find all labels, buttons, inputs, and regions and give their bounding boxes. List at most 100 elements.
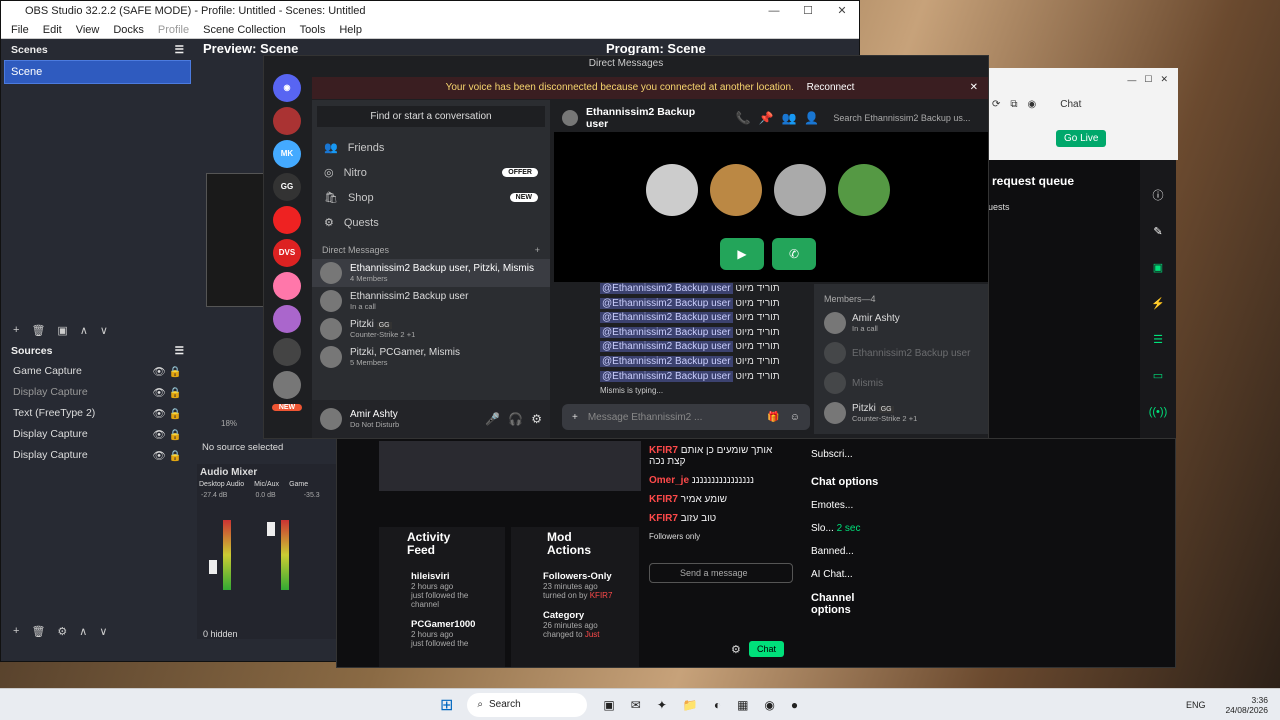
member-item[interactable]: Amir Ashty In a call [824, 312, 978, 334]
mention[interactable]: @Ethannissim2 Backup user [600, 370, 733, 382]
add-icon[interactable]: + [13, 625, 19, 638]
minimize-icon[interactable]: — [757, 1, 791, 21]
maximize-icon[interactable]: ☐ [791, 1, 825, 21]
banned-words[interactable]: Banned... [803, 540, 903, 563]
mention[interactable]: @Ethannissim2 Backup user [600, 355, 733, 367]
nav-friends[interactable]: 👥 Friends [312, 135, 550, 160]
source-item[interactable]: Display Capture 👁 🔒 [1, 424, 194, 445]
volume-slider[interactable] [267, 522, 275, 536]
scene-item[interactable]: Scene [4, 60, 191, 84]
dm-item[interactable]: Ethannissim2 Backup user, Pitzki, Mismis… [312, 259, 550, 287]
lang-indicator[interactable]: ENG [1186, 700, 1206, 710]
go-live-button[interactable]: Go Live [1056, 130, 1107, 147]
signal-icon[interactable]: ((•)) [1140, 394, 1176, 430]
chat-user[interactable]: KFIR7 [649, 445, 678, 456]
emotes-toggle[interactable]: Emotes... [803, 494, 903, 517]
chat-icon[interactable]: ▭ [1140, 358, 1176, 394]
menu-scene-collection[interactable]: Scene Collection [203, 21, 286, 38]
close-icon[interactable]: ✕ [1160, 74, 1168, 85]
gear-icon[interactable]: ⚙ [57, 625, 67, 638]
guild-icon[interactable] [273, 206, 301, 234]
dm-item[interactable]: Pitzki, PCGamer, Mismis 5 Members [312, 343, 550, 371]
join-call-button[interactable]: ✆ [772, 238, 816, 270]
volume-slider[interactable] [209, 560, 217, 574]
explorer-icon[interactable]: 📁 [683, 698, 698, 712]
menu-tools[interactable]: Tools [300, 21, 326, 38]
source-item[interactable]: Display Capture 👁 🔒 [1, 382, 194, 403]
chat-user[interactable]: KFIR7 [649, 494, 678, 505]
call-avatar[interactable] [838, 164, 890, 216]
menu-help[interactable]: Help [339, 21, 362, 38]
guild-icon[interactable] [273, 272, 301, 300]
mute-icon[interactable]: 🎤 [485, 412, 500, 426]
menu-docks[interactable]: Docks [113, 21, 144, 38]
settings-icon[interactable]: ⚙ [531, 412, 542, 426]
minimize-icon[interactable]: — [1127, 75, 1136, 85]
discord-home-icon[interactable]: ◉ [273, 74, 301, 102]
maximize-icon[interactable]: ☐ [1144, 74, 1152, 85]
bolt-icon[interactable]: ⚡ [1140, 286, 1176, 322]
find-conversation[interactable]: Find or start a conversation [317, 106, 545, 127]
ai-chat[interactable]: AI Chat... [803, 563, 903, 586]
call-avatar[interactable] [774, 164, 826, 216]
reload-icon[interactable]: ⟳ [992, 99, 1000, 110]
guild-icon[interactable] [273, 371, 301, 399]
mention[interactable]: @Ethannissim2 Backup user [600, 341, 733, 353]
add-attachment-icon[interactable]: + [572, 412, 578, 423]
member-item[interactable]: Pitzki GG Counter-Strike 2 +1 [824, 402, 978, 424]
eye-lock-icon[interactable]: 👁 🔒 [153, 386, 182, 399]
browser-chat-tab[interactable]: Chat [1060, 99, 1081, 110]
nav-nitro[interactable]: ◎ Nitro OFFER [312, 160, 550, 185]
gift-icon[interactable]: 🎁 [767, 412, 779, 423]
filter-icon[interactable]: ▣ [57, 324, 67, 337]
list-icon[interactable]: ☰ [1140, 322, 1176, 358]
dock-menu-icon[interactable]: ☰ [175, 44, 184, 56]
up-icon[interactable]: ∧ [79, 625, 87, 638]
discord-taskbar-icon[interactable]: ◉ [764, 698, 774, 712]
panel-icon[interactable]: ▣ [1140, 250, 1176, 286]
subscribers-toggle[interactable]: Subscri... [803, 439, 903, 470]
dock-menu-icon[interactable]: ☰ [175, 345, 184, 357]
guild-icon[interactable]: MK [273, 140, 301, 168]
eye-lock-icon[interactable]: 👁 🔒 [153, 428, 182, 441]
member-item[interactable]: Ethannissim2 Backup user [824, 342, 978, 364]
video-button[interactable]: ▶ [720, 238, 764, 270]
call-avatar[interactable] [646, 164, 698, 216]
mention[interactable]: @Ethannissim2 Backup user [600, 312, 733, 324]
chat-input[interactable]: Send a message [649, 563, 793, 583]
mention[interactable]: @Ethannissim2 Backup user [600, 326, 733, 338]
slow-mode[interactable]: Slo... [811, 523, 834, 534]
outlook-icon[interactable]: ✉ [631, 698, 641, 712]
start-icon[interactable]: ⊞ [440, 695, 453, 715]
close-icon[interactable]: ✕ [825, 1, 859, 21]
source-item[interactable]: Text (FreeType 2) 👁 🔒 [1, 403, 194, 424]
guild-icon[interactable]: DVS [273, 239, 301, 267]
up-icon[interactable]: ∧ [80, 324, 88, 337]
gear-icon[interactable]: ⚙ [731, 643, 741, 656]
dm-item[interactable]: Ethannissim2 Backup user In a call [312, 287, 550, 315]
headset-icon[interactable]: 🎧 [508, 412, 523, 426]
nav-shop[interactable]: 🛍 Shop NEW [312, 185, 550, 210]
mention[interactable]: @Ethannissim2 Backup user [600, 297, 733, 309]
obs-taskbar-icon[interactable]: ● [791, 698, 798, 712]
trash-icon[interactable]: 🗑 [31, 625, 45, 638]
add-icon[interactable]: + [13, 324, 19, 337]
message-input[interactable]: Message Ethannissim2 ... [588, 412, 703, 423]
eye-lock-icon[interactable]: 👁 🔒 [153, 449, 182, 462]
menu-file[interactable]: File [11, 21, 29, 38]
dm-item[interactable]: Pitzki GG Counter-Strike 2 +1 [312, 315, 550, 343]
edge-icon[interactable]: ◐ [714, 698, 721, 712]
call-icon[interactable]: 📞 [736, 111, 751, 125]
add-friend-icon[interactable]: 👥 [781, 111, 796, 125]
close-icon[interactable]: ✕ [970, 77, 978, 99]
trash-icon[interactable]: 🗑 [31, 324, 45, 337]
eye-lock-icon[interactable]: 👁 🔒 [153, 407, 182, 420]
guild-icon[interactable] [273, 338, 301, 366]
search-input[interactable]: Search Ethannissim2 Backup us... [827, 110, 980, 126]
source-item[interactable]: Game Capture 👁 🔒 [1, 361, 194, 382]
nav-quests[interactable]: ⚙ Quests [312, 210, 550, 235]
chat-user[interactable]: Omer_je [649, 475, 689, 486]
members-icon[interactable]: 👤 [804, 111, 819, 125]
profile-icon[interactable]: ◉ [1028, 99, 1037, 110]
clock[interactable]: 3:36 24/08/2026 [1225, 695, 1268, 715]
